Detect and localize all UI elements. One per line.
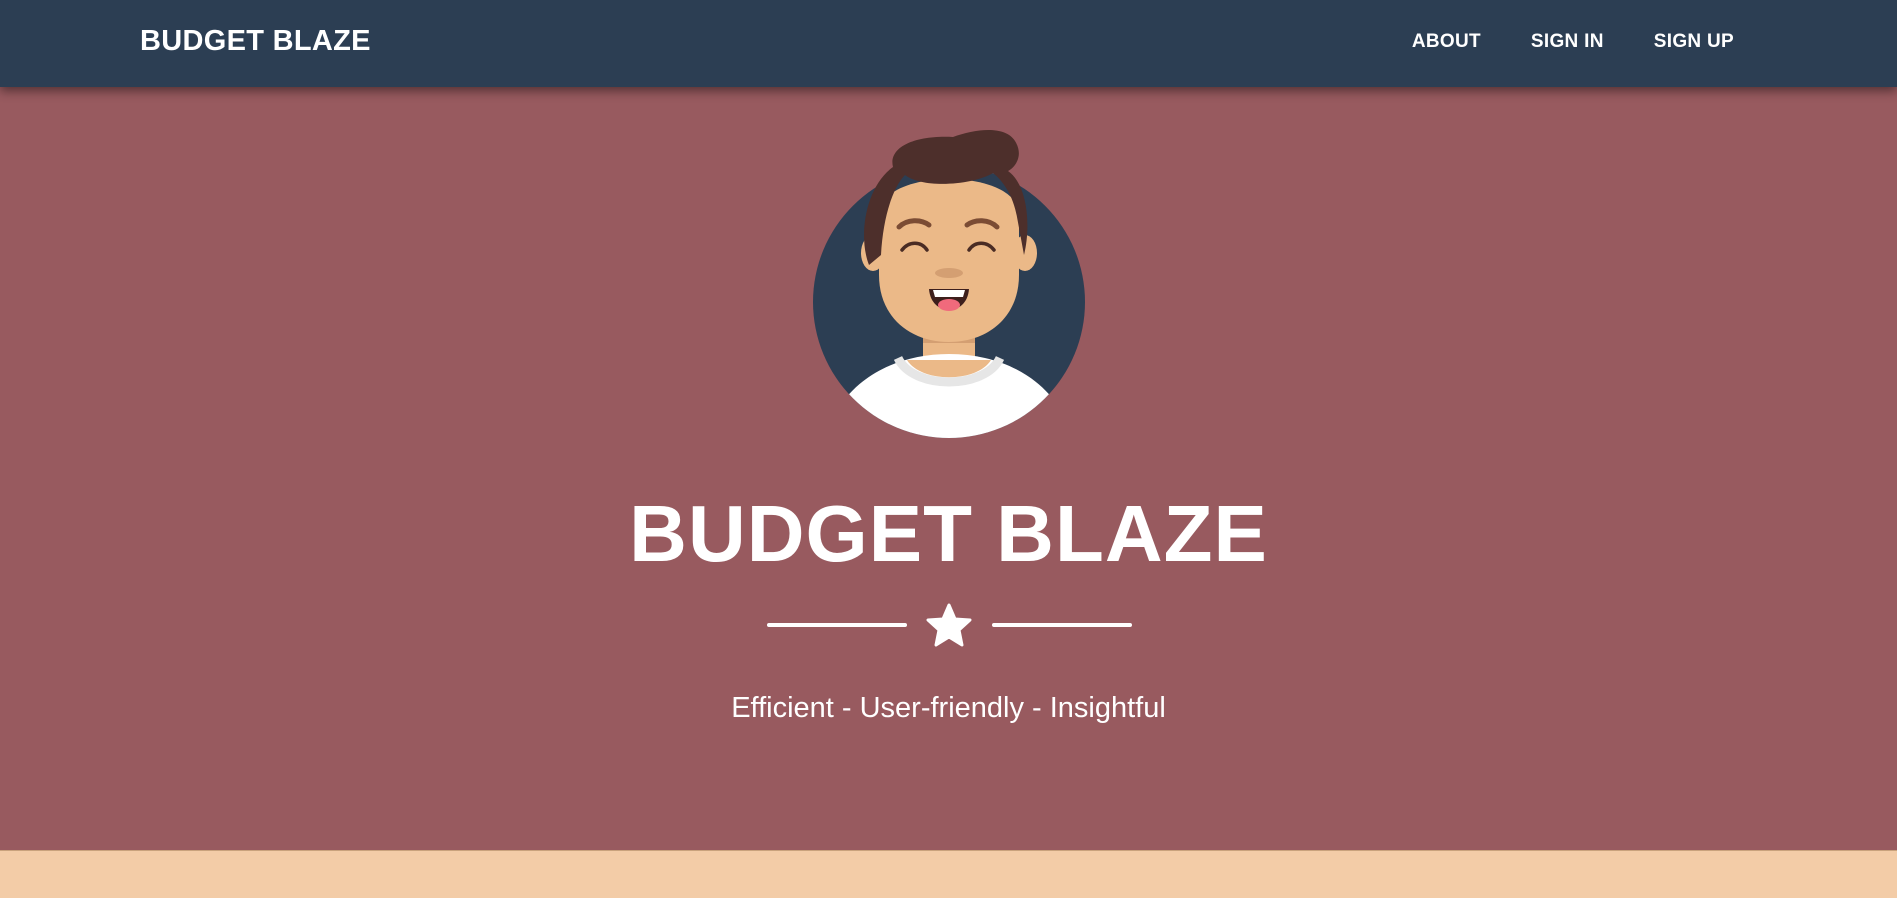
nav-link-sign-in[interactable]: SIGN IN [1531,31,1604,53]
divider-line-left [767,623,907,627]
nav-link-sign-up[interactable]: SIGN UP [1654,31,1734,53]
about-section-peek [0,850,1897,898]
nav-links: ABOUT SIGN IN SIGN UP [1412,31,1734,53]
top-navbar: BUDGET BLAZE ABOUT SIGN IN SIGN UP [0,0,1897,87]
tagline: Efficient - User-friendly - Insightful [731,692,1166,724]
star-divider [0,600,1897,650]
nav-link-about[interactable]: ABOUT [1412,31,1481,53]
page-title: BUDGET BLAZE [629,489,1268,578]
star-icon [926,603,972,647]
avatar-icon [813,130,1085,438]
brand-link[interactable]: BUDGET BLAZE [140,25,371,58]
divider-line-right [992,623,1132,627]
